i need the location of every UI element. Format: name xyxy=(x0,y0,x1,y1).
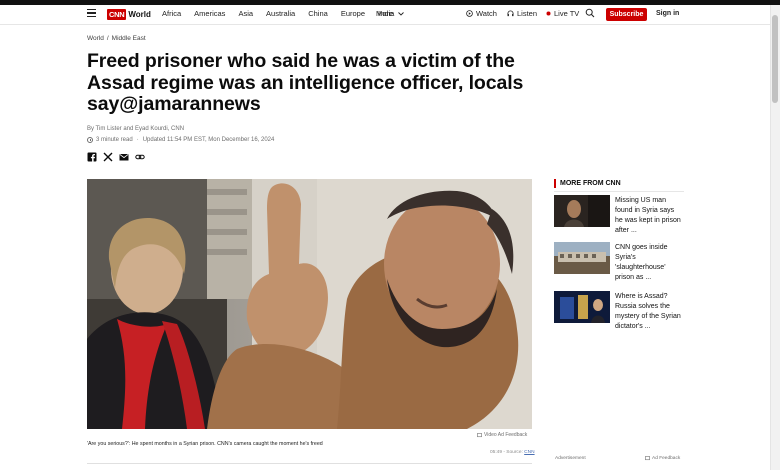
cnn-world-logo[interactable]: CNN World xyxy=(107,8,151,20)
nav-link-americas[interactable]: Americas xyxy=(194,9,225,18)
menu-icon[interactable] xyxy=(87,9,96,17)
cnn-logo-mark: CNN xyxy=(107,8,127,20)
headphones-icon xyxy=(507,10,514,17)
video-source: 05:49 - Source: CNN xyxy=(490,450,535,455)
watch-label: Watch xyxy=(476,9,497,18)
story-title: Where is Assad? Russia solves the myster… xyxy=(615,293,681,330)
article-headline: Freed prisoner who said he was a victim … xyxy=(87,50,524,115)
x-icon[interactable] xyxy=(103,152,113,162)
listen-label: Listen xyxy=(517,9,538,18)
story-thumbnail xyxy=(554,291,610,323)
story-title: Missing US man found in Syria says he wa… xyxy=(615,197,681,234)
advertisement-slot[interactable] xyxy=(554,345,684,453)
search-icon[interactable] xyxy=(585,8,595,18)
clock-icon xyxy=(87,137,93,143)
sidebar-story-1[interactable]: Missing US man found in Syria says he wa… xyxy=(554,195,684,234)
link-icon[interactable] xyxy=(135,152,145,162)
video-thumbnail xyxy=(87,179,532,429)
play-circle-icon xyxy=(466,10,473,17)
feedback-icon xyxy=(477,432,482,437)
article-divider xyxy=(87,463,532,464)
watch-button[interactable]: Watch xyxy=(466,9,497,18)
ad-feedback[interactable]: Ad Feedback xyxy=(645,456,680,461)
live-tv-button[interactable]: Live TV xyxy=(546,9,579,18)
logo-section-label: World xyxy=(128,9,151,19)
nav-link-asia[interactable]: Asia xyxy=(238,9,253,18)
nav-more-button[interactable]: More xyxy=(376,9,405,18)
breadcrumb: World / Middle East xyxy=(87,35,146,42)
more-label: More xyxy=(376,9,394,18)
nav-link-africa[interactable]: Africa xyxy=(162,9,181,18)
advertisement-label: Advertisement xyxy=(555,456,586,461)
video-duration: 05:49 xyxy=(490,450,503,455)
region-links: Africa Americas Asia Australia China Eur… xyxy=(162,9,407,18)
live-dot-icon xyxy=(546,11,551,16)
article-meta: 3 minute read · Updated 11:54 PM EST, Mo… xyxy=(87,137,274,143)
ad-feedback-label: Ad Feedback xyxy=(652,456,681,461)
nav-link-australia[interactable]: Australia xyxy=(266,9,295,18)
live-label: Live TV xyxy=(554,9,580,18)
video-player[interactable] xyxy=(87,179,532,429)
breadcrumb-world[interactable]: World xyxy=(87,35,104,42)
breadcrumb-separator: / xyxy=(106,35,109,42)
meta-separator: · xyxy=(136,137,139,143)
nav-link-europe[interactable]: Europe xyxy=(341,9,365,18)
scrollbar-thumb[interactable] xyxy=(772,15,778,103)
story-title: CNN goes inside Syria's 'slaughterhouse'… xyxy=(615,244,668,281)
story-thumbnail xyxy=(554,195,610,227)
article-byline: By Tim Lister and Eyad Kourdi, CNN xyxy=(87,126,185,132)
nav-link-china[interactable]: China xyxy=(308,9,328,18)
source-prefix: - Source: xyxy=(503,450,523,455)
nav-divider xyxy=(0,24,770,25)
updated-timestamp: Updated 11:54 PM EST, Mon December 16, 2… xyxy=(142,137,275,143)
video-ad-feedback[interactable]: Video Ad Feedback xyxy=(477,432,527,438)
breadcrumb-middle-east[interactable]: Middle East xyxy=(112,35,146,42)
source-link[interactable]: CNN xyxy=(524,450,534,455)
sidebar-divider xyxy=(554,191,684,192)
chevron-down-icon xyxy=(398,12,405,16)
facebook-icon[interactable] xyxy=(87,152,97,162)
feedback-icon xyxy=(645,456,650,461)
subscribe-button[interactable]: Subscribe xyxy=(606,8,647,21)
video-ad-feedback-label: Video Ad Feedback xyxy=(484,432,528,438)
sidebar-story-2[interactable]: CNN goes inside Syria's 'slaughterhouse'… xyxy=(554,242,684,281)
email-icon[interactable] xyxy=(119,152,129,162)
listen-button[interactable]: Listen xyxy=(507,9,537,18)
main-nav: CNN World Africa Americas Asia Australia… xyxy=(0,5,770,25)
read-time: 3 minute read xyxy=(96,137,133,143)
share-bar xyxy=(87,152,145,162)
sign-in-button[interactable]: Sign in xyxy=(656,10,679,17)
more-from-heading: MORE FROM CNN xyxy=(554,179,621,188)
sidebar-story-3[interactable]: Where is Assad? Russia solves the myster… xyxy=(554,291,684,330)
video-caption: 'Are you serious?': He spent months in a… xyxy=(87,441,323,447)
story-thumbnail xyxy=(554,242,610,274)
